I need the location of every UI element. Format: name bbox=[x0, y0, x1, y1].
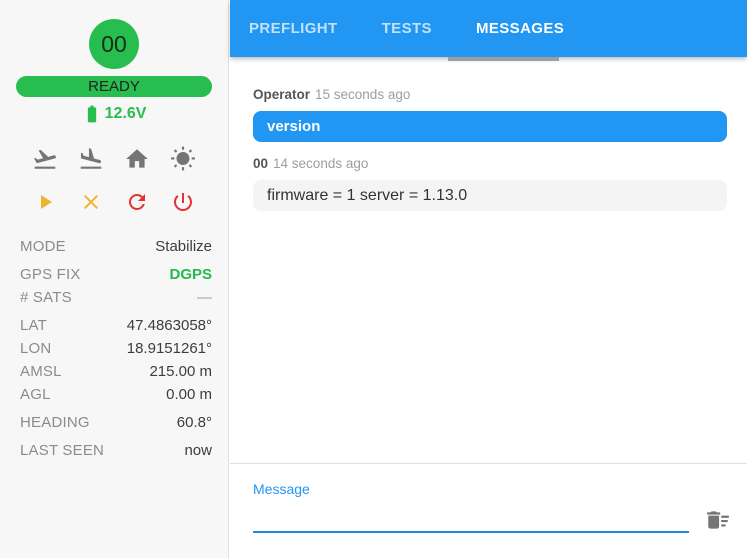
message-bubble-incoming: firmware = 1 server = 1.13.0 bbox=[253, 180, 727, 211]
telemetry-label: LON bbox=[20, 337, 51, 360]
return-home-button[interactable] bbox=[121, 144, 153, 174]
refresh-icon bbox=[125, 190, 149, 214]
telemetry-row-lat: LAT 47.4863058° bbox=[20, 314, 212, 337]
message-sender: Operator bbox=[253, 87, 310, 102]
telemetry-value: — bbox=[197, 286, 212, 309]
message-time: 15 seconds ago bbox=[315, 87, 410, 102]
start-button[interactable] bbox=[29, 187, 61, 217]
telemetry-row-mode: MODE Stabilize bbox=[20, 235, 212, 258]
message-list: Operator 15 seconds ago version 00 14 seco… bbox=[230, 57, 747, 463]
home-icon bbox=[124, 146, 150, 172]
telemetry-row-gps-fix: GPS FIX DGPS bbox=[20, 263, 212, 286]
battery-indicator: 12.6V bbox=[0, 104, 228, 124]
message-input-label: Message bbox=[253, 481, 310, 497]
clear-messages-button[interactable] bbox=[704, 506, 732, 534]
telemetry-label: LAST SEEN bbox=[20, 439, 104, 462]
telemetry-value: Stabilize bbox=[155, 235, 212, 258]
telemetry-label: MODE bbox=[20, 235, 66, 258]
power-off-button[interactable] bbox=[167, 187, 199, 217]
drone-status-panel: 00 READY 12.6V bbox=[0, 0, 229, 558]
land-button[interactable] bbox=[75, 144, 107, 174]
telemetry-row-agl: AGL 0.00 m bbox=[20, 383, 212, 406]
tabs-header: PREFLIGHT TESTS MESSAGES bbox=[230, 0, 747, 57]
play-icon bbox=[33, 190, 57, 214]
status-badge: READY bbox=[16, 76, 212, 97]
telemetry-value: 18.9151261° bbox=[127, 337, 212, 360]
delete-sweep-icon bbox=[705, 507, 731, 533]
message-composer: Message bbox=[230, 463, 747, 558]
telemetry-row-lon: LON 18.9151261° bbox=[20, 337, 212, 360]
telemetry-value: DGPS bbox=[169, 263, 212, 286]
message-input[interactable] bbox=[253, 504, 689, 533]
battery-icon bbox=[82, 104, 102, 124]
flight-takeoff-icon bbox=[32, 146, 58, 172]
message-sender: 00 bbox=[253, 156, 268, 171]
tab-messages[interactable]: MESSAGES bbox=[463, 0, 577, 57]
sun-icon bbox=[170, 146, 196, 172]
message-bubble-outgoing: version bbox=[253, 111, 727, 142]
telemetry-label: # SATS bbox=[20, 286, 72, 309]
battery-voltage: 12.6V bbox=[105, 105, 147, 123]
telemetry-value: 47.4863058° bbox=[127, 314, 212, 337]
power-icon bbox=[171, 190, 195, 214]
telemetry-row-sats: # SATS — bbox=[20, 286, 212, 309]
telemetry-value: now bbox=[184, 439, 212, 462]
message-meta: 00 14 seconds ago bbox=[253, 156, 727, 172]
reboot-button[interactable] bbox=[121, 187, 153, 217]
tab-tests[interactable]: TESTS bbox=[369, 0, 445, 57]
message-time: 14 seconds ago bbox=[273, 156, 368, 171]
message-group-incoming: 00 14 seconds ago firmware = 1 server = 1… bbox=[253, 156, 727, 211]
telemetry-label: HEADING bbox=[20, 411, 90, 434]
telemetry-row-amsl: AMSL 215.00 m bbox=[20, 360, 212, 383]
flight-land-icon bbox=[78, 146, 104, 172]
x-icon bbox=[79, 190, 103, 214]
telemetry-value: 60.8° bbox=[177, 411, 212, 434]
active-tab-indicator bbox=[448, 57, 559, 61]
command-actions-row bbox=[0, 187, 228, 217]
telemetry-label: AGL bbox=[20, 383, 51, 406]
cancel-button[interactable] bbox=[75, 187, 107, 217]
main-panel: PREFLIGHT TESTS MESSAGES Operator 15 seco… bbox=[230, 0, 747, 558]
telemetry-label: AMSL bbox=[20, 360, 62, 383]
drone-id-badge[interactable]: 00 bbox=[89, 19, 139, 69]
ground-control-app: 00 READY 12.6V bbox=[0, 0, 747, 558]
telemetry-row-heading: HEADING 60.8° bbox=[20, 411, 212, 434]
telemetry-table: MODE Stabilize GPS FIX DGPS # SATS — LAT… bbox=[0, 235, 228, 462]
takeoff-button[interactable] bbox=[29, 144, 61, 174]
telemetry-label: GPS FIX bbox=[20, 263, 81, 286]
flight-actions-row bbox=[0, 144, 228, 174]
message-meta: Operator 15 seconds ago bbox=[253, 87, 727, 103]
telemetry-value: 215.00 m bbox=[149, 360, 212, 383]
telemetry-label: LAT bbox=[20, 314, 47, 337]
flash-lights-button[interactable] bbox=[167, 144, 199, 174]
telemetry-row-last-seen: LAST SEEN now bbox=[20, 439, 212, 462]
tab-preflight[interactable]: PREFLIGHT bbox=[236, 0, 351, 57]
telemetry-value: 0.00 m bbox=[166, 383, 212, 406]
message-group-outgoing: Operator 15 seconds ago version bbox=[253, 87, 727, 142]
